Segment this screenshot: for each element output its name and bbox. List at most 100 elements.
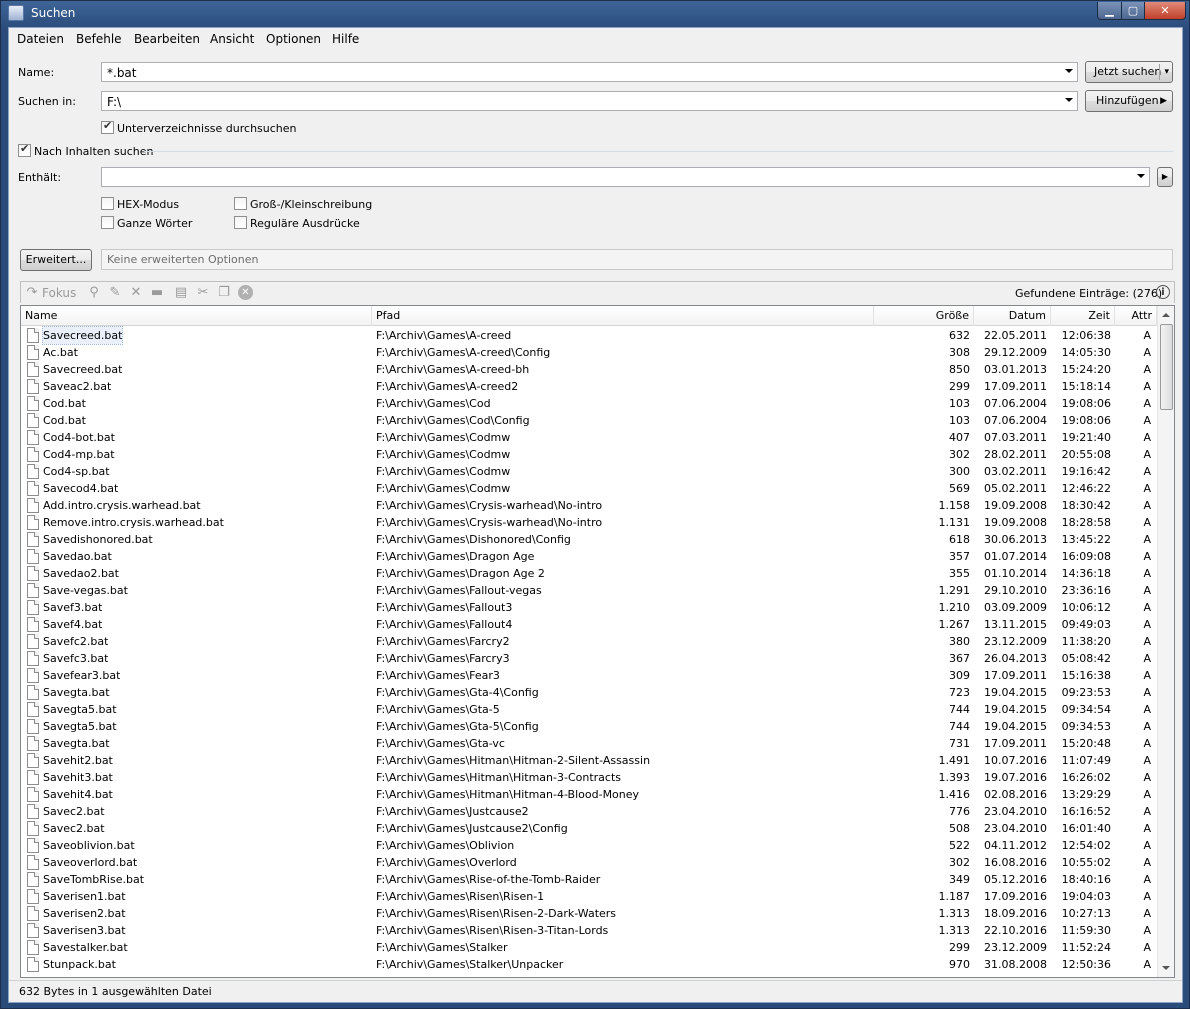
column-date[interactable]: Datum bbox=[974, 306, 1051, 326]
search-now-button[interactable]: Jetzt suchen ▾ bbox=[1085, 61, 1173, 83]
table-row[interactable]: Savedao.bat F:\Archiv\Games\Dragon Age 357… bbox=[21, 548, 1157, 565]
dropdown-arrow-icon[interactable]: ▾ bbox=[1164, 62, 1169, 82]
table-row[interactable]: Savegta5.bat F:\Archiv\Games\Gta-5\Config… bbox=[21, 718, 1157, 735]
menu-optionen[interactable]: Optionen bbox=[266, 32, 321, 46]
table-row[interactable]: Remove.intro.crysis.warhead.bat F:\Archiv… bbox=[21, 514, 1157, 531]
maximize-button[interactable]: ▢ bbox=[1121, 2, 1145, 20]
hex-mode-label[interactable]: HEX-Modus bbox=[117, 198, 179, 211]
vertical-scrollbar[interactable] bbox=[1157, 306, 1174, 977]
cell-time: 15:24:20 bbox=[1061, 363, 1111, 376]
table-row[interactable]: Add.intro.crysis.warhead.bat F:\Archiv\Ga… bbox=[21, 497, 1157, 514]
name-combo[interactable]: *.bat bbox=[101, 62, 1078, 82]
table-row[interactable]: Savestalker.bat F:\Archiv\Games\Stalker 29… bbox=[21, 939, 1157, 956]
focus-arrow-icon[interactable]: ↷ bbox=[24, 285, 40, 301]
column-path[interactable]: Pfad bbox=[372, 306, 874, 326]
case-checkbox[interactable] bbox=[234, 197, 247, 210]
cell-size: 522 bbox=[949, 839, 970, 852]
cut-icon[interactable]: ✂ bbox=[195, 285, 211, 301]
chevron-down-icon[interactable] bbox=[1137, 174, 1145, 178]
table-row[interactable]: Saverisen1.bat F:\Archiv\Games\Risen\Rise… bbox=[21, 888, 1157, 905]
table-row[interactable]: Savefc2.bat F:\Archiv\Games\Farcry2 380 23.… bbox=[21, 633, 1157, 650]
table-row[interactable]: Savecreed.bat F:\Archiv\Games\A-creed-bh 8… bbox=[21, 361, 1157, 378]
table-row[interactable]: Cod.bat F:\Archiv\Games\Cod 103 07.06.2004 1… bbox=[21, 395, 1157, 412]
file-icon bbox=[27, 583, 39, 598]
menu-hilfe[interactable]: Hilfe bbox=[332, 32, 359, 46]
stop-icon[interactable]: ✕ bbox=[238, 285, 253, 300]
minus-icon[interactable]: ▬ bbox=[149, 285, 165, 301]
file-icon bbox=[27, 362, 39, 377]
column-size[interactable]: Größe bbox=[874, 306, 974, 326]
table-row[interactable]: Ac.bat F:\Archiv\Games\A-creed\Config 308 2… bbox=[21, 344, 1157, 361]
focus-label[interactable]: Fokus bbox=[42, 286, 76, 300]
table-row[interactable]: Cod4-sp.bat F:\Archiv\Games\Codmw 300 03.02… bbox=[21, 463, 1157, 480]
column-attr[interactable]: Attr bbox=[1115, 306, 1157, 326]
whole-words-label[interactable]: Ganze Wörter bbox=[117, 217, 192, 230]
table-row[interactable]: Save-vegas.bat F:\Archiv\Games\Fallout-ve… bbox=[21, 582, 1157, 599]
column-name[interactable]: Name bbox=[21, 306, 372, 326]
delete-icon[interactable]: ✕ bbox=[128, 285, 144, 301]
table-row[interactable]: Savedishonored.bat F:\Archiv\Games\Dishon… bbox=[21, 531, 1157, 548]
scroll-down-icon[interactable] bbox=[1162, 966, 1170, 970]
whole-words-checkbox[interactable] bbox=[101, 216, 114, 229]
edit-icon[interactable]: ✎ bbox=[107, 285, 123, 301]
chevron-down-icon[interactable] bbox=[1065, 69, 1073, 73]
close-button[interactable]: ✕ bbox=[1144, 2, 1186, 20]
info-icon[interactable]: i bbox=[1156, 285, 1170, 299]
hex-mode-checkbox[interactable] bbox=[101, 197, 114, 210]
case-label[interactable]: Groß-/Kleinschreibung bbox=[250, 198, 372, 211]
table-row[interactable]: Saverisen3.bat F:\Archiv\Games\Risen\Rise… bbox=[21, 922, 1157, 939]
table-row[interactable]: Savehit2.bat F:\Archiv\Games\Hitman\Hitma… bbox=[21, 752, 1157, 769]
table-row[interactable]: Savegta.bat F:\Archiv\Games\Gta-vc 731 17.0… bbox=[21, 735, 1157, 752]
contains-combo[interactable] bbox=[101, 167, 1150, 187]
title-bar[interactable]: Suchen ▁ ▢ ✕ bbox=[1, 1, 1189, 27]
menu-ansicht[interactable]: Ansicht bbox=[210, 32, 254, 46]
cell-attr: A bbox=[1143, 635, 1151, 648]
scroll-up-icon[interactable] bbox=[1162, 313, 1170, 317]
column-time[interactable]: Zeit bbox=[1051, 306, 1115, 326]
add-button[interactable]: Hinzufügen ▶ bbox=[1085, 90, 1173, 112]
folder-icon[interactable]: ▤ bbox=[173, 285, 189, 301]
content-search-checkbox[interactable] bbox=[18, 142, 31, 157]
chevron-down-icon[interactable] bbox=[1065, 98, 1073, 102]
menu-dateien[interactable]: Dateien bbox=[17, 32, 64, 46]
scroll-thumb[interactable] bbox=[1160, 324, 1173, 410]
table-row[interactable]: Saveoverlord.bat F:\Archiv\Games\Overlord… bbox=[21, 854, 1157, 871]
regex-checkbox[interactable] bbox=[234, 216, 247, 229]
table-row[interactable]: Savehit3.bat F:\Archiv\Games\Hitman\Hitma… bbox=[21, 769, 1157, 786]
content-search-label[interactable]: Nach Inhalten suchen bbox=[34, 145, 153, 158]
table-row[interactable]: Saveac2.bat F:\Archiv\Games\A-creed2 299 17… bbox=[21, 378, 1157, 395]
table-row[interactable]: Savedao2.bat F:\Archiv\Games\Dragon Age 2… bbox=[21, 565, 1157, 582]
table-row[interactable]: Savef3.bat F:\Archiv\Games\Fallout3 1.210 0… bbox=[21, 599, 1157, 616]
cell-size: 308 bbox=[949, 346, 970, 359]
regex-label[interactable]: Reguläre Ausdrücke bbox=[250, 217, 360, 230]
table-row[interactable]: Savegta5.bat F:\Archiv\Games\Gta-5 744 19.0… bbox=[21, 701, 1157, 718]
table-row[interactable]: Savef4.bat F:\Archiv\Games\Fallout4 1.267 1… bbox=[21, 616, 1157, 633]
advanced-button[interactable]: Erweitert... bbox=[20, 249, 92, 271]
copy-icon[interactable]: ❐ bbox=[216, 285, 232, 301]
table-row[interactable]: Savefear3.bat F:\Archiv\Games\Fear3 309 17.… bbox=[21, 667, 1157, 684]
table-row[interactable]: Saveoblivion.bat F:\Archiv\Games\Oblivion… bbox=[21, 837, 1157, 854]
subdirs-checkbox[interactable] bbox=[101, 119, 114, 134]
table-row[interactable]: SaveTombRise.bat F:\Archiv\Games\Rise-of-… bbox=[21, 871, 1157, 888]
file-icon bbox=[27, 396, 39, 411]
search-in-combo[interactable]: F:\ bbox=[101, 91, 1078, 111]
menu-befehle[interactable]: Befehle bbox=[76, 32, 122, 46]
table-row[interactable]: Savehit4.bat F:\Archiv\Games\Hitman\Hitma… bbox=[21, 786, 1157, 803]
table-row[interactable]: Savec2.bat F:\Archiv\Games\Justcause2\Con… bbox=[21, 820, 1157, 837]
table-row[interactable]: Savecod4.bat F:\Archiv\Games\Codmw 569 05.0… bbox=[21, 480, 1157, 497]
table-row[interactable]: Savec2.bat F:\Archiv\Games\Justcause2 776 2… bbox=[21, 803, 1157, 820]
search-icon[interactable]: ⚲ bbox=[86, 285, 102, 301]
table-row[interactable]: Cod.bat F:\Archiv\Games\Cod\Config 103 07.0… bbox=[21, 412, 1157, 429]
table-row[interactable]: Savegta.bat F:\Archiv\Games\Gta-4\Config 7… bbox=[21, 684, 1157, 701]
table-row[interactable]: Cod4-mp.bat F:\Archiv\Games\Codmw 302 28.02… bbox=[21, 446, 1157, 463]
table-row[interactable]: Savefc3.bat F:\Archiv\Games\Farcry3 367 26.… bbox=[21, 650, 1157, 667]
results-list[interactable]: Name Pfad Größe Datum Zeit Attr Savecree… bbox=[20, 305, 1175, 978]
table-row[interactable]: Stunpack.bat F:\Archiv\Games\Stalker\Unpa… bbox=[21, 956, 1157, 973]
minimize-button[interactable]: ▁ bbox=[1097, 2, 1122, 20]
menu-bearbeiten[interactable]: Bearbeiten bbox=[134, 32, 200, 46]
table-row[interactable]: Cod4-bot.bat F:\Archiv\Games\Codmw 407 07.0… bbox=[21, 429, 1157, 446]
table-row[interactable]: Savecreed.bat F:\Archiv\Games\A-creed 632 2… bbox=[21, 326, 1157, 345]
contains-options-button[interactable]: ▶ bbox=[1157, 167, 1173, 187]
table-row[interactable]: Saverisen2.bat F:\Archiv\Games\Risen\Rise… bbox=[21, 905, 1157, 922]
subdirs-label[interactable]: Unterverzeichnisse durchsuchen bbox=[117, 122, 297, 135]
